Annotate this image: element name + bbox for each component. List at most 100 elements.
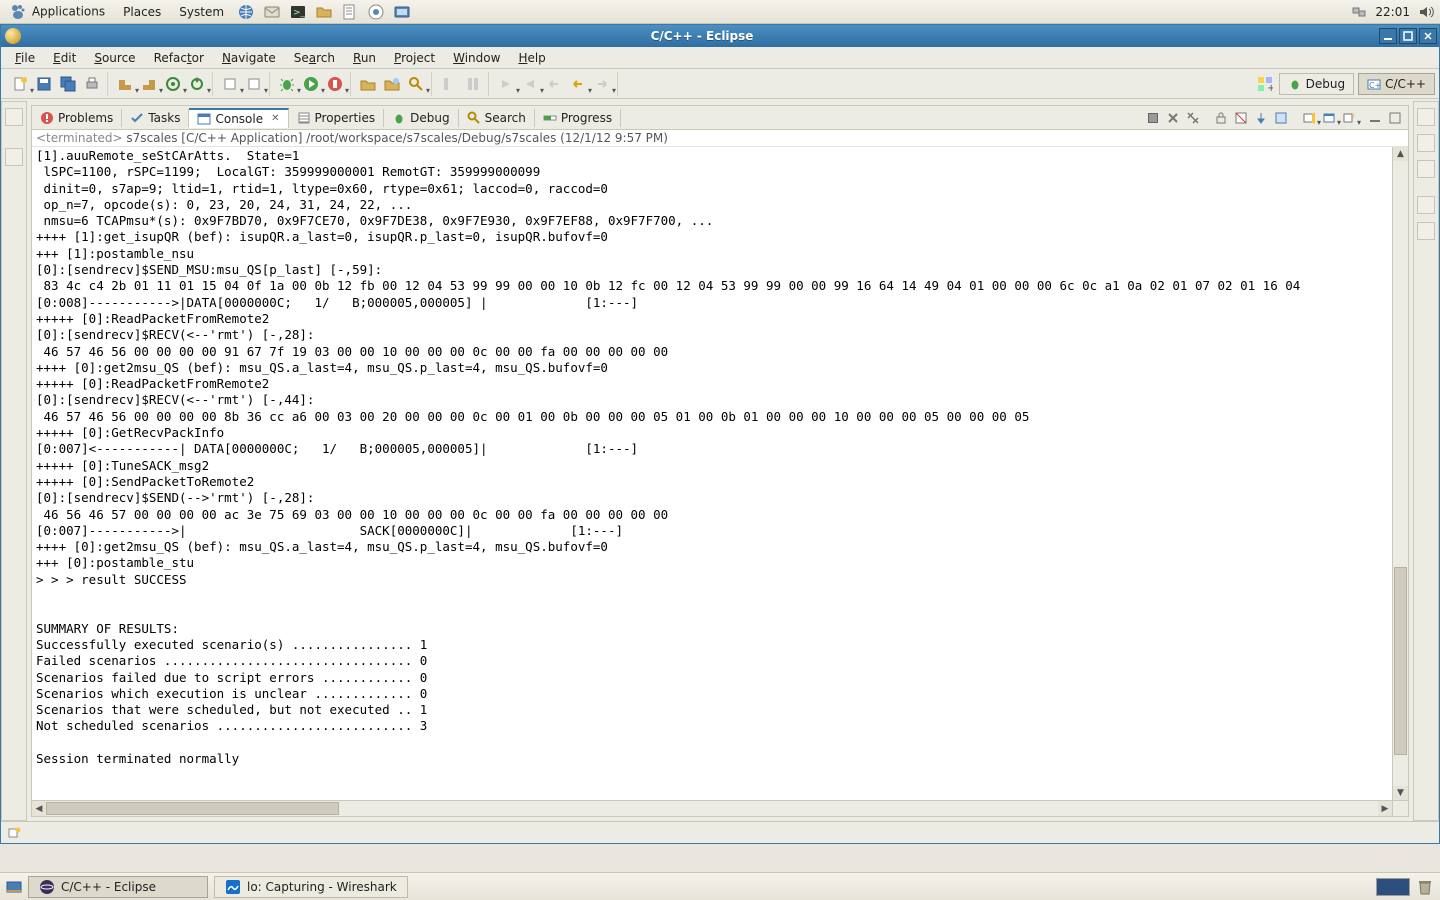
vertical-scroll-thumb[interactable]: [1394, 567, 1407, 755]
console-pin-button[interactable]: [1252, 109, 1270, 127]
console-remove-all-button[interactable]: [1184, 109, 1202, 127]
task-eclipse[interactable]: C/C++ - Eclipse: [28, 876, 208, 898]
trim-restore-right-2[interactable]: [1417, 134, 1435, 152]
network-status-icon[interactable]: [1351, 4, 1367, 20]
menu-run[interactable]: Run: [345, 49, 384, 67]
scroll-up-arrow-icon[interactable]: ▲: [1393, 147, 1408, 161]
open-type-button[interactable]: [357, 73, 379, 95]
new-button[interactable]: ▾: [9, 73, 31, 95]
perspective-debug[interactable]: Debug: [1279, 73, 1354, 95]
debug-button[interactable]: ▾: [276, 73, 298, 95]
last-edit-button[interactable]: [543, 73, 565, 95]
right-trim-stack: [1413, 101, 1439, 821]
launcher-files-icon[interactable]: [316, 4, 332, 20]
search-button[interactable]: ▾: [405, 73, 427, 95]
view-maximize-button[interactable]: [1386, 109, 1404, 127]
gnome-clock[interactable]: 22:01: [1375, 5, 1410, 19]
launcher-screenshot-icon[interactable]: [394, 4, 410, 20]
tab-console-close[interactable]: ✕: [271, 113, 279, 124]
trash-icon[interactable]: [1416, 878, 1434, 896]
save-button[interactable]: [33, 73, 55, 95]
window-close-button[interactable]: [1419, 28, 1437, 44]
print-button[interactable]: [81, 73, 103, 95]
window-maximize-button[interactable]: [1399, 28, 1417, 44]
save-all-button[interactable]: [57, 73, 79, 95]
gnome-menu-applications[interactable]: Applications: [6, 2, 109, 22]
build-config-button[interactable]: ▾: [186, 73, 208, 95]
tab-debug[interactable]: Debug: [384, 109, 458, 127]
launcher-help-icon[interactable]: [368, 4, 384, 20]
console-clear-button[interactable]: [1232, 109, 1250, 127]
console-new-console-button[interactable]: +▾: [1340, 109, 1358, 127]
view-minimize-button[interactable]: [1366, 109, 1384, 127]
run-button[interactable]: ▾: [300, 73, 322, 95]
tab-tasks[interactable]: Tasks: [122, 109, 189, 127]
new-cpp-class-button[interactable]: ▾: [219, 73, 241, 95]
build-button[interactable]: ▾: [114, 73, 136, 95]
new-cpp-source-button[interactable]: ▾: [243, 73, 265, 95]
trim-restore-left-2[interactable]: [5, 148, 23, 166]
tab-search[interactable]: Search: [459, 109, 535, 127]
trim-restore-right-4[interactable]: [1417, 196, 1435, 214]
gnome-menu-places[interactable]: Places: [119, 3, 165, 21]
open-element-button[interactable]: [381, 73, 403, 95]
scroll-left-arrow-icon[interactable]: ◀: [32, 801, 46, 816]
toggle-mark-button[interactable]: [438, 73, 460, 95]
gnome-menu-system[interactable]: System: [175, 3, 228, 21]
perspective-cpp-label: C/C++: [1385, 77, 1426, 91]
window-minimize-button[interactable]: [1379, 28, 1397, 44]
horizontal-scroll-thumb[interactable]: [46, 802, 339, 815]
menu-edit[interactable]: Edit: [45, 49, 84, 67]
menu-search[interactable]: Search: [286, 49, 343, 67]
console-show-when-out-button[interactable]: [1272, 109, 1290, 127]
tab-problems[interactable]: Problems: [32, 109, 122, 127]
perspective-cpp[interactable]: C+ C/C++: [1358, 73, 1435, 95]
console-open-console-button[interactable]: ▾: [1320, 109, 1338, 127]
menu-refactor[interactable]: Refactor: [146, 49, 212, 67]
launcher-mail-icon[interactable]: [264, 4, 280, 20]
console-scroll-lock-button[interactable]: [1212, 109, 1230, 127]
tab-progress[interactable]: Progress: [535, 109, 621, 127]
build-all-button[interactable]: ▾: [138, 73, 160, 95]
launcher-editor-icon[interactable]: [342, 4, 358, 20]
menu-file[interactable]: File: [7, 49, 43, 67]
console-remove-button[interactable]: [1164, 109, 1182, 127]
show-desktop-icon[interactable]: [6, 879, 22, 895]
workspace-switcher[interactable]: [1376, 878, 1410, 896]
console-terminated-tag: <terminated>: [36, 131, 123, 145]
tab-properties[interactable]: Properties: [289, 109, 385, 127]
trim-restore-left-1[interactable]: [5, 108, 23, 126]
toggle-block-button[interactable]: [462, 73, 484, 95]
task-wireshark[interactable]: lo: Capturing - Wireshark: [214, 876, 408, 898]
menu-project[interactable]: Project: [386, 49, 443, 67]
scroll-right-arrow-icon[interactable]: ▶: [1378, 801, 1392, 816]
launcher-terminal-icon[interactable]: >_: [290, 4, 306, 20]
window-titlebar[interactable]: C/C++ - Eclipse: [1, 25, 1439, 47]
prev-annotation-button[interactable]: ▾: [519, 73, 541, 95]
scroll-down-arrow-icon[interactable]: ▼: [1393, 786, 1408, 800]
menu-window[interactable]: Window: [445, 49, 508, 67]
next-annotation-button[interactable]: ▾: [495, 73, 517, 95]
properties-icon: [297, 111, 311, 125]
trim-restore-right-3[interactable]: [1417, 160, 1435, 178]
console-vertical-scrollbar[interactable]: ▲ ▼: [1392, 147, 1408, 800]
build-target-button[interactable]: ▾: [162, 73, 184, 95]
external-tools-button[interactable]: ▾: [324, 73, 346, 95]
console-display-selected-button[interactable]: ▾: [1300, 109, 1318, 127]
menu-navigate[interactable]: Navigate: [214, 49, 284, 67]
open-perspective-button[interactable]: +: [1255, 73, 1275, 95]
volume-icon[interactable]: [1418, 4, 1434, 20]
gnome-menu-applications-label: Applications: [32, 4, 105, 18]
trim-restore-right-1[interactable]: [1417, 108, 1435, 126]
tab-console[interactable]: Console ✕: [189, 108, 288, 128]
menu-help[interactable]: Help: [510, 49, 553, 67]
status-item-icon[interactable]: [7, 826, 21, 840]
console-horizontal-scrollbar[interactable]: ◀ ▶: [32, 800, 1392, 816]
launcher-browser-icon[interactable]: [238, 4, 254, 20]
menu-source[interactable]: Source: [86, 49, 143, 67]
trim-restore-right-5[interactable]: [1417, 222, 1435, 240]
console-terminate-button[interactable]: [1144, 109, 1162, 127]
history-back-button[interactable]: ▾: [567, 73, 589, 95]
history-forward-button[interactable]: ▾: [591, 73, 613, 95]
console-output[interactable]: [1].auuRemote_seStCArAtts. State=1 lSPC=…: [32, 147, 1392, 800]
